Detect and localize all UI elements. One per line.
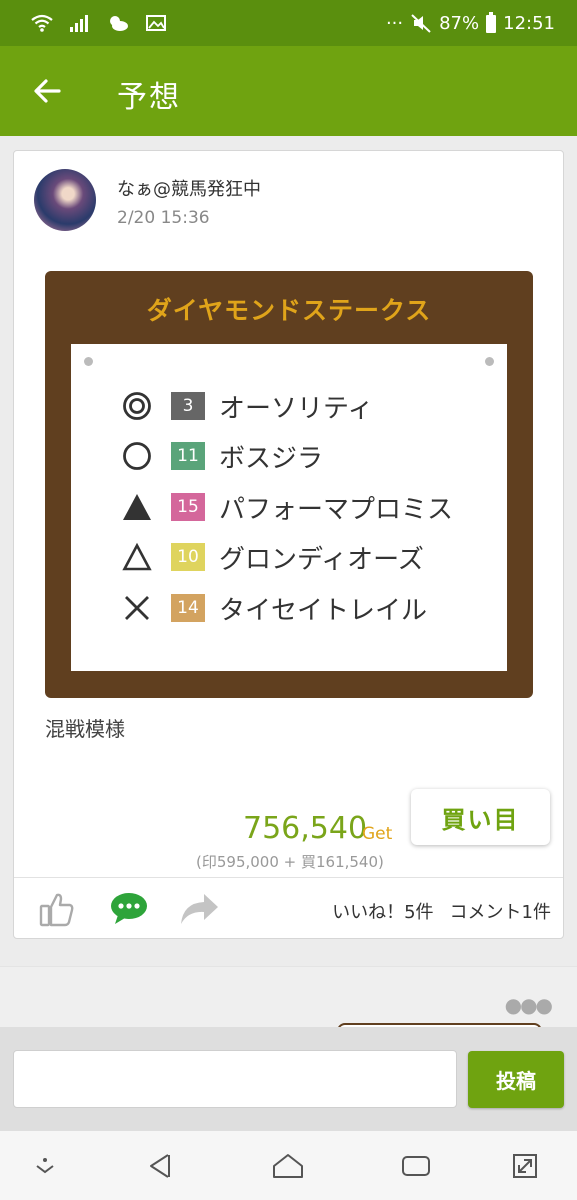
pin-icon [84,357,93,366]
prediction-board: ダイヤモンドステークス 3 オーソリティ 11 ボスジラ 15 パフォーマプロミ… [45,271,533,698]
chevron-down-dot-icon [36,1158,54,1174]
recents-icon [402,1156,430,1176]
more-options-icon[interactable]: ●●● [505,993,553,1017]
horse-number: 15 [171,493,205,521]
triangle-mark-icon [121,541,153,573]
kaime-button[interactable]: 買い目 [411,789,550,845]
horse-number: 11 [171,442,205,470]
pick-row: 3 オーソリティ [121,386,373,426]
post-button[interactable]: 投稿 [468,1051,564,1108]
nav-screenshot-button[interactable] [508,1149,542,1183]
share-arrow-icon [181,894,218,924]
comment-button[interactable] [108,888,150,930]
horse-name: タイセイトレイル [219,595,428,626]
horse-number: 14 [171,594,205,622]
comment-input-bar: 投稿 [0,1027,577,1131]
horse-name: オーソリティ [219,393,374,424]
weather-icon [110,16,128,31]
back-triangle-icon [150,1154,170,1178]
prediction-paper: 3 オーソリティ 11 ボスジラ 15 パフォーマプロミス 10 グロンディオー… [71,344,507,671]
nav-home-button[interactable] [271,1149,305,1183]
comment-count[interactable]: コメント1件 [450,898,551,924]
prediction-card: なぁ@競馬発狂中 2/20 15:36 ダイヤモンドステークス 3 オーソリティ… [13,150,564,939]
get-value: 756,540 [243,811,368,846]
pin-icon [485,357,494,366]
get-breakdown: (印595,000 + 買161,540) [196,853,384,871]
horse-name: ボスジラ [219,443,324,474]
like-button[interactable] [36,888,78,930]
prediction-comment: 混戦模様 [45,717,125,741]
filled-triangle-mark-icon [121,491,153,523]
page-title: 予想 [117,80,181,115]
race-name: ダイヤモンドステークス [146,296,432,325]
double-circle-mark-icon [121,390,153,422]
thumbs-up-icon [39,893,74,927]
pick-row: 10 グロンディオーズ [121,537,424,577]
get-unit: Get [362,824,393,844]
nav-hide-button[interactable] [28,1149,62,1183]
horse-name: パフォーマプロミス [219,494,454,525]
reaction-counts: いいね！5件 コメント1件 [332,898,551,924]
action-bar: いいね！5件 コメント1件 [14,877,563,939]
avatar[interactable] [34,169,96,231]
app-bar: 予想 [0,46,577,136]
back-button[interactable] [24,68,70,114]
horse-number: 10 [171,543,205,571]
status-bar: ··· 87% 12:51 [0,0,577,46]
chat-bubble-icon [111,893,147,924]
signal-icon [70,15,88,32]
pick-row: 11 ボスジラ [121,436,323,476]
home-icon [273,1154,303,1178]
author-name[interactable]: なぁ@競馬発狂中 [117,175,261,201]
pick-row: 14 タイセイトレイル [121,588,427,628]
arrow-left-icon [34,79,61,103]
nav-back-button[interactable] [143,1149,177,1183]
wifi-icon [31,14,53,32]
cross-mark-icon [121,592,153,624]
expand-icon [513,1154,537,1178]
next-comment-area: ●●● [0,966,577,1035]
horse-number: 3 [171,392,205,420]
image-icon [146,15,166,31]
pick-row: 15 パフォーマプロミス [121,487,453,527]
mute-icon [411,14,431,33]
post-time: 2/20 15:36 [117,208,210,228]
share-button[interactable] [178,888,220,930]
comment-input[interactable] [13,1050,457,1108]
horse-name: グロンディオーズ [219,544,424,575]
status-time: 12:51 [503,12,555,34]
battery-percent: 87% [439,12,480,34]
battery-icon [486,12,497,33]
circle-mark-icon [121,440,153,472]
status-dots: ··· [385,12,404,34]
like-count[interactable]: いいね！5件 [332,898,433,924]
nav-recents-button[interactable] [399,1149,433,1183]
system-nav-bar [0,1131,577,1200]
